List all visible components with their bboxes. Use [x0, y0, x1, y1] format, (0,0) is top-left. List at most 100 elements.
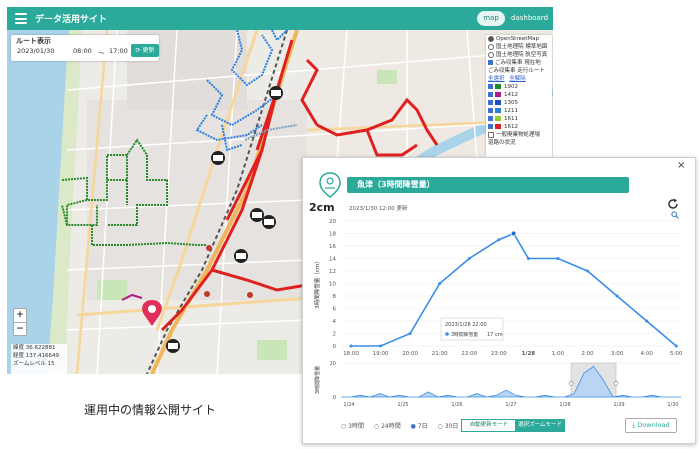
range-option-24h[interactable]: ○ 24時間: [374, 423, 401, 430]
overlay-facility[interactable]: 一般廃棄物処理場: [486, 131, 552, 139]
vehicle-icon[interactable]: [250, 208, 264, 222]
select-all-link[interactable]: 全選択: [488, 76, 505, 82]
x-tick-label: 22:00: [461, 351, 477, 357]
vehicle-toggle-1305[interactable]: 1305: [486, 99, 552, 107]
range-radio-group: ○ 3時間 ○ 24時間 ● 7日 ○ 30日: [341, 421, 466, 430]
range-option-7d[interactable]: ● 7日: [411, 423, 428, 430]
range-option-30d[interactable]: ○ 30日: [438, 423, 459, 430]
vehicle-icon[interactable]: [262, 215, 276, 229]
vehicle-toggle-1412[interactable]: 1412: [486, 91, 552, 99]
overlay-route-label: ごみ収集車 走行ルート: [488, 68, 545, 74]
vehicle-icon[interactable]: [234, 249, 248, 263]
route-color-swatch: [495, 108, 501, 113]
date-input[interactable]: 2023/01/30: [17, 47, 67, 57]
checkbox-icon[interactable]: [488, 124, 493, 129]
overview-date-label: 1/27: [505, 402, 516, 408]
time-separator: 〜: [98, 49, 105, 57]
select-zoom-mode-button[interactable]: 選択ズームモード: [515, 419, 565, 432]
snowfall-chart[interactable]: 0 2 4 6 8 10 12 14 16 18 20 3時間降雪量（cm） 18:00 19:00 20:…: [303, 213, 695, 418]
data-point: [526, 257, 530, 260]
vehicle-id: 1412: [504, 92, 518, 98]
radio-icon[interactable]: [488, 51, 494, 58]
range-option-3h[interactable]: ○ 3時間: [341, 423, 364, 430]
x-tick-label: 21:00: [432, 351, 448, 357]
vehicle-toggle-1611[interactable]: 1611: [486, 115, 552, 123]
station-popup: × 魚津（3時間降雪量） 2cm 2023/1/30 12:00 更新 0246…: [302, 157, 696, 444]
layer-panel: OpenStreetMap 国土地理院 標準地図 国土地理院 航空写真 ごみ収集…: [486, 35, 552, 157]
y-tick-label: 18: [329, 232, 336, 238]
data-point: [438, 282, 442, 285]
y-tick-label: 4: [333, 319, 337, 325]
y-tick-label: 8: [333, 294, 337, 300]
app-title: データ活用サイト: [35, 15, 108, 25]
checkbox-icon[interactable]: [488, 131, 494, 138]
radio-icon[interactable]: [488, 35, 494, 42]
menu-icon[interactable]: [15, 13, 27, 24]
overview-date-label: 1/25: [397, 402, 408, 408]
overlay-current-position[interactable]: ごみ収集車 現在地: [486, 59, 552, 67]
basemap-gsi-photo[interactable]: 国土地理院 航空写真: [486, 51, 552, 59]
checkbox-icon[interactable]: [488, 100, 493, 105]
deselect-all-link[interactable]: 全解除: [509, 76, 526, 82]
data-point: [674, 344, 678, 348]
checkbox-icon[interactable]: [488, 92, 493, 97]
vehicle-icon[interactable]: [166, 339, 180, 353]
checkbox-icon[interactable]: [488, 116, 493, 121]
y-tick-label: 14: [329, 257, 336, 263]
vehicle-id: 1611: [504, 116, 518, 122]
zoom-control: + −: [13, 308, 27, 336]
station-name: 魚津（3時間降雪量）: [357, 180, 435, 189]
download-button[interactable]: ⤓ Download: [625, 418, 677, 433]
vehicle-id: 1211: [504, 108, 518, 114]
x-tick-label: 23:00: [491, 351, 507, 357]
tab-dashboard[interactable]: dashboard: [511, 11, 548, 26]
series-line: [351, 232, 677, 347]
highlight-point: [510, 230, 517, 237]
x-tick-label: 1/28: [522, 351, 536, 357]
y-tick-label: 2: [333, 332, 337, 338]
overview-y-label: 3時間降雪量: [314, 366, 321, 394]
vehicle-toggle-1902[interactable]: 1902: [486, 83, 552, 91]
checkbox-icon[interactable]: [488, 108, 493, 113]
radio-icon[interactable]: [488, 43, 494, 50]
overview-tick-label: 0: [333, 395, 336, 401]
zoom-in-button[interactable]: +: [14, 309, 26, 323]
checkbox-icon[interactable]: [488, 84, 493, 89]
station-header: 魚津（3時間降雪量）: [347, 177, 629, 193]
x-tick-label: 4:00: [640, 351, 653, 357]
app-header: データ活用サイト map dashboard: [7, 7, 553, 30]
x-tick-label: 20:00: [402, 351, 418, 357]
longitude-text: 経度 137.416649: [13, 353, 59, 359]
time-from-input[interactable]: 08:00: [73, 47, 92, 55]
time-to-input[interactable]: 17:00: [109, 47, 128, 55]
zoom-out-button[interactable]: −: [14, 323, 26, 336]
tab-map[interactable]: map: [477, 11, 505, 26]
refresh-button[interactable]: ⟳ 更新: [131, 44, 159, 57]
vehicle-toggle-1612[interactable]: 1612: [486, 123, 552, 131]
x-tick-label: 2:00: [581, 351, 594, 357]
overlay-road: 道路の状況: [488, 140, 516, 146]
vehicle-icon[interactable]: [269, 86, 283, 100]
auto-update-mode-button[interactable]: 自動更新モード: [461, 419, 517, 432]
zoom-level-text: ズームレベル 15: [13, 361, 55, 367]
data-point: [586, 269, 590, 273]
close-button[interactable]: ×: [677, 160, 685, 171]
caption: 運用中の情報公開サイト: [84, 403, 217, 417]
y-tick-label: 6: [333, 307, 337, 313]
y-tick-label: 10: [329, 282, 336, 288]
basemap-osm[interactable]: OpenStreetMap: [486, 35, 552, 43]
data-point: [467, 257, 471, 260]
overview-handle-left: [568, 381, 574, 386]
vehicle-toggle-1211[interactable]: 1211: [486, 107, 552, 115]
overview-date-label: 1/29: [613, 402, 624, 408]
route-panel: ルート表示 2023/01/30 08:00 〜 17:00 ⟳ 更新: [11, 35, 159, 61]
overview-date-label: 1/30: [667, 402, 678, 408]
checkbox-icon[interactable]: [488, 60, 493, 65]
x-tick-label: 3:00: [611, 351, 624, 357]
data-point: [349, 344, 353, 348]
reload-icon[interactable]: [667, 198, 679, 210]
vehicle-icon[interactable]: [211, 151, 225, 165]
overview-tick-label: 20: [330, 361, 336, 367]
basemap-gsi-std[interactable]: 国土地理院 標準地図: [486, 43, 552, 51]
route-color-swatch: [495, 124, 501, 129]
